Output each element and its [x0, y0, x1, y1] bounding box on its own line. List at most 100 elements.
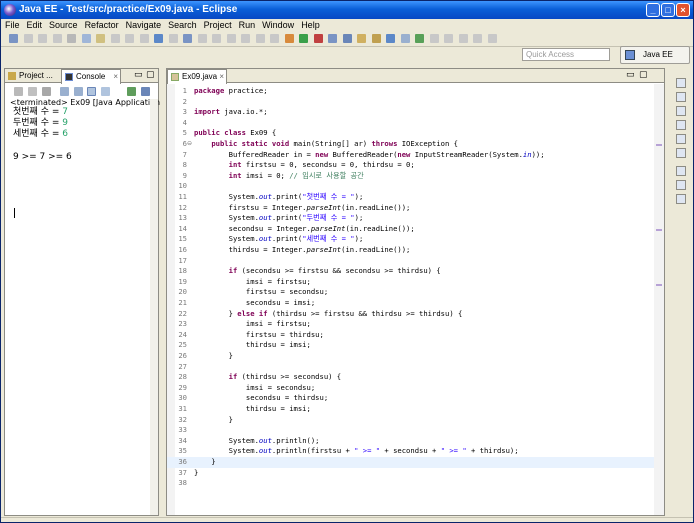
build-icon[interactable] — [168, 34, 178, 43]
occurrence-marker[interactable] — [656, 229, 662, 231]
tab-ex09-java[interactable]: Ex09.java × — [167, 69, 227, 84]
close-button[interactable]: × — [676, 3, 690, 17]
next-edit-icon[interactable] — [429, 34, 439, 43]
menu-window[interactable]: Window — [259, 19, 297, 31]
code-line[interactable]: 2 — [167, 97, 664, 108]
code-line[interactable]: 24 firstsu = thirdsu; — [167, 330, 664, 341]
code-line[interactable]: 8 int firstsu = 0, secondsu = 0, thirdsu… — [167, 160, 664, 171]
restore-view-icon[interactable] — [676, 78, 686, 88]
toggle-mark-icon[interactable] — [183, 34, 192, 43]
code-line[interactable]: 21 secondsu = imsi; — [167, 298, 664, 309]
code-line[interactable]: 10 — [167, 181, 664, 192]
pin-console-icon[interactable] — [127, 87, 136, 96]
servers-view-icon[interactable] — [676, 134, 686, 144]
code-line[interactable]: 18 if (secondsu >= firstsu && secondsu >… — [167, 266, 664, 277]
code-line[interactable]: 15 System.out.print("세번째 수 = "); — [167, 234, 664, 245]
paste-icon[interactable] — [96, 34, 105, 43]
maximize-view-icon[interactable]: ▢ — [146, 70, 155, 80]
code-line[interactable]: 37} — [167, 468, 664, 479]
code-line[interactable]: 17 — [167, 256, 664, 267]
toggle-ws-icon[interactable] — [197, 34, 207, 43]
copy-icon[interactable] — [81, 34, 91, 43]
terminate-icon[interactable] — [14, 87, 23, 96]
outline-view-icon[interactable] — [676, 92, 686, 102]
code-line[interactable]: 36 } — [167, 457, 664, 468]
code-line[interactable]: 27 — [167, 362, 664, 373]
code-line[interactable]: 22 } else if (thirdsu >= firstsu && thir… — [167, 309, 664, 320]
save-icon[interactable] — [23, 34, 33, 43]
open-task-icon[interactable] — [386, 34, 395, 43]
open-type-icon[interactable] — [154, 34, 163, 43]
pin-icon[interactable] — [270, 34, 279, 43]
occurrence-marker[interactable] — [656, 284, 662, 286]
task-list-icon[interactable] — [676, 106, 686, 116]
code-line[interactable]: 23 imsi = firstsu; — [167, 319, 664, 330]
code-line[interactable]: 35 System.out.println(firstsu + " >= " +… — [167, 446, 664, 457]
forward-nav-icon[interactable] — [473, 34, 482, 43]
code-line[interactable]: 5 public class Ex09 { — [167, 128, 664, 139]
perspective-java-ee-button[interactable]: Java EE — [620, 46, 690, 64]
code-line[interactable]: 32 } — [167, 415, 664, 426]
menu-edit[interactable]: Edit — [24, 19, 46, 31]
code-line[interactable]: 3 import java.io.*; — [167, 107, 664, 118]
forward-icon[interactable] — [255, 34, 265, 43]
code-line[interactable]: 6 ⊖ public static void main(String[] ar) … — [167, 139, 664, 150]
new-icon[interactable] — [9, 34, 18, 43]
minimize-button[interactable]: _ — [646, 3, 660, 17]
last-edit-icon[interactable] — [487, 34, 497, 43]
new-package-icon[interactable] — [357, 34, 366, 43]
menu-search[interactable]: Search — [165, 19, 200, 31]
debug-icon[interactable] — [284, 34, 294, 43]
search-icon[interactable] — [139, 34, 149, 43]
new-java-project-icon[interactable] — [342, 34, 352, 43]
code-line[interactable]: 33 — [167, 425, 664, 436]
close-tab-icon[interactable]: × — [113, 70, 118, 84]
code-line[interactable]: 16 thirdsu = Integer.parseInt(in.readLin… — [167, 245, 664, 256]
console-view-icon[interactable] — [676, 194, 686, 204]
new-server-icon[interactable] — [328, 34, 337, 43]
remove-all-icon[interactable] — [42, 87, 51, 96]
code-line[interactable]: 4 — [167, 118, 664, 129]
menu-source[interactable]: Source — [46, 19, 81, 31]
back-nav-icon[interactable] — [458, 34, 468, 43]
overview-ruler[interactable] — [654, 84, 664, 515]
new-class-icon[interactable] — [371, 34, 381, 43]
web-browser-icon[interactable] — [415, 34, 424, 43]
menu-run[interactable]: Run — [236, 19, 259, 31]
word-wrap-icon[interactable] — [101, 87, 110, 96]
prev-annotation-icon[interactable] — [212, 34, 221, 43]
code-line[interactable]: 12 firstsu = Integer.parseInt(in.readLin… — [167, 203, 664, 214]
search-file-icon[interactable] — [400, 34, 410, 43]
code-line[interactable]: 11 System.out.print("첫번째 수 = "); — [167, 192, 664, 203]
snippets-view-icon[interactable] — [676, 180, 686, 190]
code-line[interactable]: 19 imsi = firstsu; — [167, 277, 664, 288]
code-line[interactable]: 30 secondsu = thirdsu; — [167, 393, 664, 404]
occurrence-marker[interactable] — [656, 144, 662, 146]
code-line[interactable]: 38 — [167, 478, 664, 489]
print-icon[interactable] — [52, 34, 62, 43]
cut-icon[interactable] — [67, 34, 76, 43]
code-line[interactable]: 26 } — [167, 351, 664, 362]
show-console-on-output-icon[interactable] — [87, 87, 96, 96]
back-icon[interactable] — [241, 34, 250, 43]
remove-launch-icon[interactable] — [28, 87, 37, 96]
maximize-editor-icon[interactable]: ▢ — [639, 70, 648, 80]
code-line[interactable]: 1 package practice; — [167, 86, 664, 97]
minimize-editor-icon[interactable]: ▭ — [626, 70, 635, 80]
code-line[interactable]: 7 BufferedReader in = new BufferedReader… — [167, 150, 664, 161]
code-line[interactable]: 28 if (thirdsu >= secondsu) { — [167, 372, 664, 383]
markers-view-icon[interactable] — [676, 120, 686, 130]
code-line[interactable]: 9 int imsi = 0; // 임시로 사용할 공간 — [167, 171, 664, 182]
redo-icon[interactable] — [125, 34, 134, 43]
open-console-icon[interactable] — [141, 87, 150, 96]
menu-navigate[interactable]: Navigate — [123, 19, 165, 31]
run-icon[interactable] — [299, 34, 308, 43]
code-line[interactable]: 34 System.out.println(); — [167, 436, 664, 447]
data-source-icon[interactable] — [676, 148, 686, 158]
menu-project[interactable]: Project — [201, 19, 235, 31]
fold-collapse-icon[interactable]: ⊖ — [187, 141, 193, 147]
tab-project-explorer[interactable]: Project ... — [5, 69, 60, 83]
next-annotation-icon[interactable] — [226, 34, 236, 43]
code-line[interactable]: 20 firstsu = secondsu; — [167, 287, 664, 298]
code-line[interactable]: 29 imsi = secondsu; — [167, 383, 664, 394]
